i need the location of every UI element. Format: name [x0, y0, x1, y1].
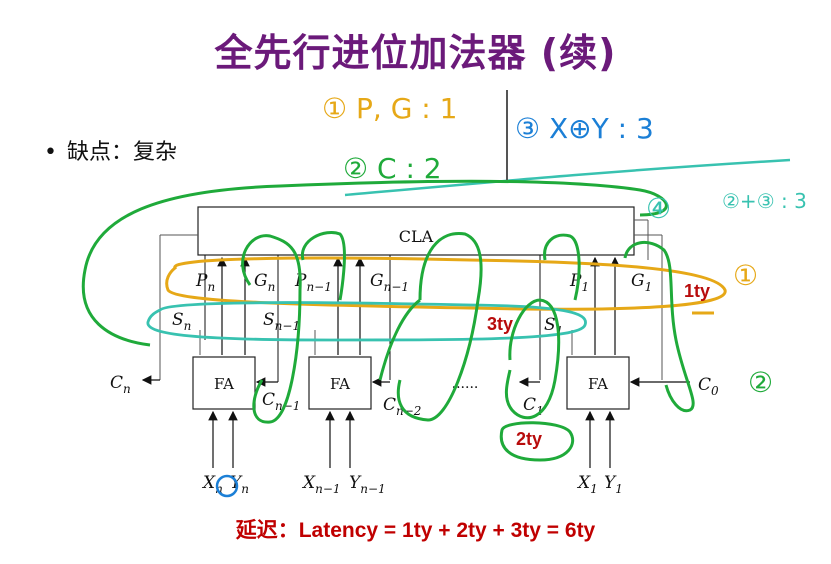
- fa-block-1: FA: [566, 356, 630, 410]
- label-c1: C1: [523, 395, 544, 418]
- fa-label: FA: [330, 375, 350, 393]
- label-yn-1: Yn−1: [349, 473, 386, 496]
- step3-note: ③ X⊕Y : 3: [515, 112, 654, 145]
- step1-note: ① P, G : 1: [322, 92, 457, 125]
- label-cn-1: Cn−1: [262, 390, 300, 413]
- label-x1: X1: [576, 473, 598, 496]
- label-cn: Cn: [110, 373, 131, 396]
- label-g1: G1: [631, 271, 652, 294]
- cla-diagram: CLA FA FA FA ...... Pn Gn Pn−1 Gn−1 P1 G…: [81, 90, 807, 498]
- label-xn-1: Xn−1: [301, 473, 341, 496]
- delay-2ty: 2ty: [516, 429, 542, 449]
- cla-block: CLA: [197, 206, 635, 256]
- mark-1: ①: [733, 259, 758, 292]
- delay-1ty: 1ty: [684, 281, 710, 301]
- latency-footer: 延迟：Latency = 1ty + 2ty + 3ty = 6ty: [235, 519, 596, 542]
- slide: 全先行进位加法器 (续) • 缺点：复杂 CLA FA FA FA ......…: [0, 0, 831, 564]
- label-y1: Y1: [604, 473, 623, 496]
- delay-3ty: 3ty: [487, 314, 513, 334]
- sum-outputs: [199, 330, 573, 355]
- label-sn: Sn: [172, 310, 191, 333]
- fa-block-n: FA: [192, 356, 256, 410]
- fa-label: FA: [588, 375, 608, 393]
- cla-label: CLA: [399, 227, 434, 246]
- fa-block-n-1: FA: [308, 356, 372, 410]
- step4-formula: ②+③ : 3: [722, 189, 807, 213]
- step2-note: ② C : 2: [343, 152, 442, 185]
- step4-note: ④: [646, 192, 671, 225]
- mark-2: ②: [748, 366, 773, 399]
- handwritten-steps: ① P, G : 1 ② C : 2 ③ X⊕Y : 3 ④ ②+③ : 3 ①…: [322, 90, 807, 399]
- label-sn-1: Sn−1: [263, 310, 300, 333]
- label-pn: Pn: [195, 271, 215, 294]
- label-c0: C0: [698, 375, 719, 398]
- fa-label: FA: [214, 375, 234, 393]
- label-gn: Gn: [254, 271, 275, 294]
